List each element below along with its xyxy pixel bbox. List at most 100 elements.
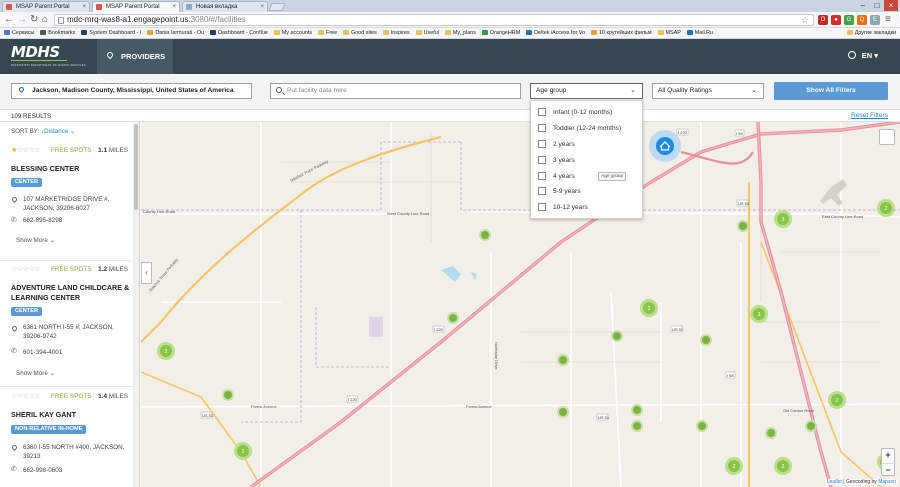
facility-marker[interactable]: [557, 406, 569, 418]
folder-icon: [343, 30, 350, 35]
sort-distance-button[interactable]: ↓Distance ⌄: [41, 128, 75, 135]
new-tab-button[interactable]: [268, 3, 286, 11]
language-selector[interactable]: EN ▾: [847, 51, 878, 60]
bookmark-folder[interactable]: Good sites: [343, 28, 377, 38]
minimize-icon[interactable]: –: [856, 0, 870, 11]
facility-marker[interactable]: [631, 404, 643, 416]
provider-card[interactable]: ☆☆☆☆☆ FREE SPOTS 1.4 MILES SHERIL KAY GA…: [0, 392, 134, 487]
age-option[interactable]: Infant (0-12 months): [538, 108, 612, 117]
bookmark-folder[interactable]: MSAP: [657, 28, 681, 38]
reset-filters-link[interactable]: Reset Filters: [851, 112, 888, 119]
bookmark-folder[interactable]: Inspires: [382, 28, 410, 38]
checkbox[interactable]: [538, 108, 546, 116]
mdhs-logo[interactable]: MDHS MISSISSIPPI DEPARTMENT OF HUMAN SER…: [11, 44, 86, 70]
bookmark-item[interactable]: Dania Iarmurati - Ou: [147, 28, 204, 38]
facility-marker[interactable]: [631, 420, 643, 432]
bookmark-item[interactable]: Bookmarks: [40, 28, 75, 38]
facility-marker[interactable]: [737, 220, 749, 232]
show-more-link[interactable]: Show More ⌄: [16, 237, 55, 244]
bookmark-item[interactable]: Deltek iAccess for Vo: [526, 28, 585, 38]
facility-marker[interactable]: [447, 312, 459, 324]
cluster-count: 2: [242, 449, 245, 455]
checkbox[interactable]: [538, 140, 546, 148]
address-bar[interactable]: mdc-mrq-was8-a1.engagepoint.us:3080/#/fa…: [54, 14, 814, 26]
extension-icon[interactable]: Q: [857, 15, 867, 25]
checkbox[interactable]: [538, 172, 546, 180]
age-option[interactable]: 2 years: [538, 140, 575, 149]
extension-icon[interactable]: G: [844, 15, 854, 25]
checkbox[interactable]: [538, 124, 546, 132]
reload-icon[interactable]: ↻: [30, 14, 38, 26]
zoom-in-button[interactable]: +: [882, 449, 894, 463]
bookmark-item[interactable]: Mail.Ru: [686, 28, 713, 38]
scrollbar-thumb[interactable]: [134, 124, 138, 210]
checkbox[interactable]: [538, 187, 546, 195]
facility-marker[interactable]: [557, 354, 569, 366]
facility-marker[interactable]: [805, 420, 817, 432]
provider-phone[interactable]: 662-998-0603: [23, 467, 62, 474]
back-icon[interactable]: ←: [4, 14, 14, 26]
zoom-out-button[interactable]: −: [882, 463, 894, 477]
facility-marker[interactable]: [222, 389, 234, 401]
close-window-icon[interactable]: ×: [884, 0, 898, 11]
bookmark-folder[interactable]: Free: [318, 28, 337, 38]
star-icon[interactable]: ☆: [801, 15, 809, 25]
browser-tab[interactable]: MSAP Parent Portal ×: [2, 1, 90, 12]
provider-name[interactable]: BLESSING CENTER: [11, 164, 131, 174]
age-option[interactable]: 10-12 years: [538, 203, 588, 212]
road-label: West County Line Road: [387, 211, 429, 216]
facility-marker[interactable]: [700, 334, 712, 346]
map-canvas[interactable]: County Line Road West County Line Road E…: [141, 122, 900, 487]
star-rating: ☆☆☆☆☆: [11, 266, 40, 273]
collapse-sidebar-button[interactable]: ‹: [141, 262, 152, 284]
browser-tab[interactable]: Новая вкладка ×: [182, 1, 268, 12]
map[interactable]: County Line Road West County Line Road E…: [141, 122, 900, 487]
show-more-link[interactable]: Show More ⌄: [16, 370, 55, 377]
provider-phone[interactable]: 662-895-8298: [23, 217, 62, 224]
extension-icon[interactable]: E: [870, 15, 880, 25]
bookmark-item[interactable]: Dashboard - Conflue: [210, 28, 268, 38]
checkbox[interactable]: [538, 203, 546, 211]
facility-marker[interactable]: [696, 420, 708, 432]
browser-tab-active[interactable]: MSAP Parent Portal ×: [92, 1, 180, 12]
quality-rating-select[interactable]: All Quality Ratings ⌄: [652, 83, 764, 99]
nav-providers-tab[interactable]: PROVIDERS: [97, 39, 173, 74]
home-marker[interactable]: [656, 137, 674, 155]
forward-icon[interactable]: →: [17, 14, 27, 26]
age-option[interactable]: Toddler (12-24 months): [538, 124, 621, 133]
facility-search-input[interactable]: Put facility data here: [270, 83, 521, 99]
facility-marker[interactable]: [479, 229, 491, 241]
provider-name[interactable]: SHERIL KAY GANT: [11, 410, 131, 420]
maximize-icon[interactable]: □: [870, 0, 884, 11]
show-all-filters-button[interactable]: Show All Filters: [774, 82, 888, 100]
age-option[interactable]: 4 years: [538, 172, 575, 181]
bookmark-item[interactable]: OrangeHRM: [481, 28, 520, 38]
provider-card[interactable]: ★☆☆☆☆ FREE SPOTS 1.1 MILES BLESSING CENT…: [0, 146, 134, 261]
bookmark-item[interactable]: Сервисы: [4, 28, 34, 38]
extension-icon[interactable]: ●: [831, 15, 841, 25]
facility-marker[interactable]: [611, 330, 623, 342]
checkbox[interactable]: [538, 156, 546, 164]
menu-icon[interactable]: ≡: [885, 14, 891, 26]
fullscreen-button[interactable]: [879, 129, 895, 145]
provider-card[interactable]: ☆☆☆☆☆ FREE SPOTS 1.2 MILES ADVENTURE LAN…: [0, 265, 134, 387]
age-option[interactable]: 3 years: [538, 156, 575, 165]
extension-icon[interactable]: O: [818, 15, 828, 25]
provider-phone[interactable]: 601-394-4001: [23, 349, 62, 356]
close-tab-icon[interactable]: ×: [260, 2, 264, 12]
bookmark-folder[interactable]: My_plans: [444, 28, 476, 38]
close-tab-icon[interactable]: ×: [82, 2, 86, 12]
sidebar-scrollbar[interactable]: [133, 122, 139, 487]
age-option[interactable]: 5-9 years: [538, 187, 581, 196]
home-icon[interactable]: ⌂: [42, 14, 48, 26]
bookmark-folder[interactable]: My accounts: [273, 28, 312, 38]
age-group-select[interactable]: Age group ⌄: [530, 83, 643, 99]
bookmark-folder[interactable]: Useful: [415, 28, 439, 38]
bookmark-item[interactable]: 10 крутейших фильм: [591, 28, 652, 38]
location-input[interactable]: Jackson, Madison County, Mississippi, Un…: [11, 83, 252, 99]
other-bookmarks[interactable]: Другие закладки: [846, 28, 896, 38]
bookmark-item[interactable]: System Dashboard - I: [81, 28, 141, 38]
provider-name[interactable]: ADVENTURE LAND CHILDCARE & LEARNING CENT…: [11, 283, 131, 303]
facility-marker[interactable]: [765, 427, 777, 439]
close-tab-icon[interactable]: ×: [172, 2, 176, 12]
